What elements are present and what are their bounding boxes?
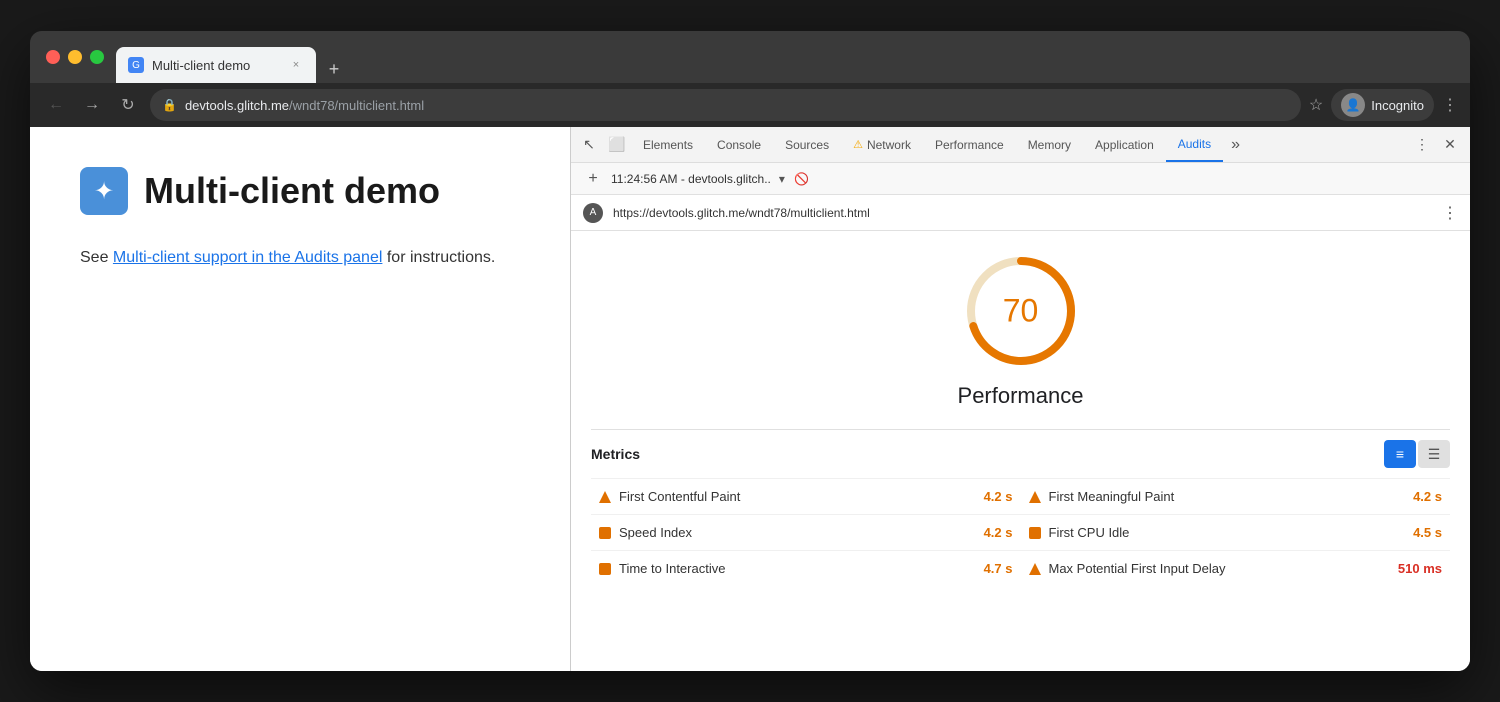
fmp-icon xyxy=(1029,491,1041,503)
mpfid-value: 510 ms xyxy=(1398,561,1442,576)
description-after: for instructions. xyxy=(382,249,495,266)
grid-view-button[interactable]: ≡ xyxy=(1384,440,1416,468)
devtools-panel: ↖ ⬜ Elements Console Sources ⚠Network xyxy=(570,127,1470,671)
browser-window: G Multi-client demo × + ← → ↻ 🔒 devtools… xyxy=(30,31,1470,671)
score-circle: 70 xyxy=(961,251,1081,371)
traffic-lights xyxy=(46,50,104,64)
url-bar[interactable]: 🔒 devtools.glitch.me/wndt78/multiclient.… xyxy=(150,89,1301,121)
url-domain: devtools.glitch.me xyxy=(185,98,289,113)
url-text: devtools.glitch.me/wndt78/multiclient.ht… xyxy=(185,98,424,113)
audit-url-icon: A xyxy=(583,203,603,223)
devtools-menu-button[interactable]: ⋮ xyxy=(1410,133,1434,157)
metric-item-mpfid: Max Potential First Input Delay 510 ms xyxy=(1021,550,1451,586)
webpage: ✦ Multi-client demo See Multi-client sup… xyxy=(30,127,570,671)
audit-timestamp: 11:24:56 AM - devtools.glitch.. xyxy=(611,172,771,186)
tab-close-button[interactable]: × xyxy=(288,57,304,73)
back-button[interactable]: ← xyxy=(42,91,70,119)
bookmark-icon[interactable]: ☆ xyxy=(1309,95,1323,115)
main-content: ✦ Multi-client demo See Multi-client sup… xyxy=(30,127,1470,671)
browser-more-icon[interactable]: ⋮ xyxy=(1442,95,1458,115)
tti-value: 4.7 s xyxy=(984,561,1013,576)
incognito-icon: 👤 xyxy=(1341,93,1365,117)
tti-icon xyxy=(599,563,611,575)
tab-elements[interactable]: Elements xyxy=(631,127,705,162)
metrics-header: Metrics ≡ ☰ xyxy=(591,429,1450,468)
metrics-title: Metrics xyxy=(591,446,640,462)
tab-performance[interactable]: Performance xyxy=(923,127,1016,162)
mpfid-name: Max Potential First Input Delay xyxy=(1049,561,1390,576)
devtools-cursor-icon[interactable]: ↖ xyxy=(575,131,603,159)
lock-icon: 🔒 xyxy=(162,98,177,112)
audit-url-more-button[interactable]: ⋮ xyxy=(1442,203,1458,223)
devtools-close-area: ⋮ ✕ xyxy=(1406,133,1466,157)
glitch-logo: ✦ xyxy=(80,167,128,215)
metric-item-si: Speed Index 4.2 s xyxy=(591,514,1021,550)
tab-title: Multi-client demo xyxy=(152,58,280,73)
tab-favicon: G xyxy=(128,57,144,73)
title-bar: G Multi-client demo × + xyxy=(30,31,1470,83)
metric-item-fci: First CPU Idle 4.5 s xyxy=(1021,514,1451,550)
fmp-name: First Meaningful Paint xyxy=(1049,489,1406,504)
tab-memory[interactable]: Memory xyxy=(1016,127,1083,162)
audits-panel-link[interactable]: Multi-client support in the Audits panel xyxy=(113,249,382,266)
page-title: Multi-client demo xyxy=(144,170,440,212)
metrics-grid: First Contentful Paint 4.2 s First Meani… xyxy=(591,478,1450,586)
tab-application[interactable]: Application xyxy=(1083,127,1166,162)
metric-item-tti: Time to Interactive 4.7 s xyxy=(591,550,1021,586)
audit-url-bar: A https://devtools.glitch.me/wndt78/mult… xyxy=(571,195,1470,231)
address-bar: ← → ↻ 🔒 devtools.glitch.me/wndt78/multic… xyxy=(30,83,1470,127)
devtools-toolbar: ↖ ⬜ Elements Console Sources ⚠Network xyxy=(571,127,1470,163)
score-section: 70 Performance xyxy=(571,231,1470,429)
metric-item-fmp: First Meaningful Paint 4.2 s xyxy=(1021,478,1451,514)
mpfid-icon xyxy=(1029,563,1041,575)
devtools-close-button[interactable]: ✕ xyxy=(1438,133,1462,157)
devtools-tabs-more[interactable]: » xyxy=(1223,127,1248,162)
fci-name: First CPU Idle xyxy=(1049,525,1406,540)
url-path: /wndt78/multiclient.html xyxy=(289,98,424,113)
minimize-traffic-light[interactable] xyxy=(68,50,82,64)
audit-bar: + 11:24:56 AM - devtools.glitch.. ▾ 🚫 xyxy=(571,163,1470,195)
audit-url-text: https://devtools.glitch.me/wndt78/multic… xyxy=(613,206,1432,220)
metric-item-fcp: First Contentful Paint 4.2 s xyxy=(591,478,1021,514)
tabs-area: G Multi-client demo × + xyxy=(116,31,1454,83)
network-warning-icon: ⚠ xyxy=(853,138,863,151)
tab-console[interactable]: Console xyxy=(705,127,773,162)
page-header: ✦ Multi-client demo xyxy=(80,167,520,215)
si-name: Speed Index xyxy=(619,525,976,540)
forward-button[interactable]: → xyxy=(78,91,106,119)
description-before: See xyxy=(80,249,113,266)
fci-icon xyxy=(1029,527,1041,539)
score-number: 70 xyxy=(1003,293,1039,330)
audit-add-button[interactable]: + xyxy=(583,169,603,189)
tab-audits[interactable]: Audits xyxy=(1166,127,1223,162)
fci-value: 4.5 s xyxy=(1413,525,1442,540)
si-icon xyxy=(599,527,611,539)
metrics-section: Metrics ≡ ☰ First Contentful Paint 4.2 s xyxy=(571,429,1470,586)
fcp-value: 4.2 s xyxy=(984,489,1013,504)
close-traffic-light[interactable] xyxy=(46,50,60,64)
si-value: 4.2 s xyxy=(984,525,1013,540)
tti-name: Time to Interactive xyxy=(619,561,976,576)
tab-sources[interactable]: Sources xyxy=(773,127,841,162)
audit-dropdown-arrow[interactable]: ▾ xyxy=(779,172,785,186)
tab-network[interactable]: ⚠Network xyxy=(841,127,923,162)
new-tab-button[interactable]: + xyxy=(320,55,348,83)
page-description: See Multi-client support in the Audits p… xyxy=(80,245,520,271)
fmp-value: 4.2 s xyxy=(1413,489,1442,504)
metrics-view-buttons: ≡ ☰ xyxy=(1384,440,1450,468)
maximize-traffic-light[interactable] xyxy=(90,50,104,64)
fcp-name: First Contentful Paint xyxy=(619,489,976,504)
fcp-icon xyxy=(599,491,611,503)
list-view-button[interactable]: ☰ xyxy=(1418,440,1450,468)
devtools-tabs: Elements Console Sources ⚠Network Perfor… xyxy=(631,127,1406,162)
devtools-mobile-icon[interactable]: ⬜ xyxy=(603,131,631,159)
score-label: Performance xyxy=(958,383,1084,409)
reload-button[interactable]: ↻ xyxy=(114,91,142,119)
audit-clear-button[interactable]: 🚫 xyxy=(793,170,811,188)
browser-right-icons: ☆ 👤 Incognito ⋮ xyxy=(1309,89,1458,121)
browser-tab[interactable]: G Multi-client demo × xyxy=(116,47,316,83)
incognito-label: Incognito xyxy=(1371,98,1424,113)
incognito-badge[interactable]: 👤 Incognito xyxy=(1331,89,1434,121)
